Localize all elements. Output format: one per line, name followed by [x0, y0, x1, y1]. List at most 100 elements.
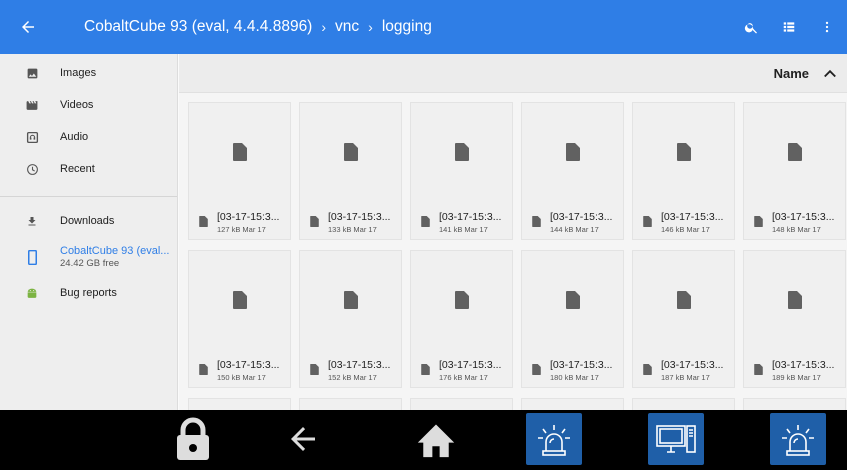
- file-details: 141 kB Mar 17: [439, 225, 488, 234]
- nav-back-button[interactable]: [275, 413, 331, 465]
- sidebar-item-device-storage[interactable]: CobaltCube 93 (eval... 24.42 GB free: [0, 237, 177, 277]
- home-button[interactable]: [408, 413, 464, 465]
- file-card[interactable]: [03-17-15:3... 180 kB Mar 17: [521, 250, 624, 388]
- breadcrumb-logging[interactable]: logging: [382, 18, 432, 36]
- sidebar-item-label: Audio: [60, 131, 89, 143]
- file-icon: [455, 291, 469, 309]
- file-type-icon: [643, 362, 652, 375]
- file-card-partial[interactable]: [410, 398, 513, 410]
- file-name: [03-17-15:3...: [661, 359, 724, 371]
- file-icon: [233, 143, 247, 161]
- sidebar-item-recent[interactable]: Recent: [0, 153, 177, 185]
- file-name: [03-17-15:3...: [217, 359, 280, 371]
- file-card-partial[interactable]: [521, 398, 624, 410]
- sidebar-item-bug-reports[interactable]: Bug reports: [0, 277, 177, 309]
- file-icon: [344, 291, 358, 309]
- file-card-partial[interactable]: [299, 398, 402, 410]
- file-card[interactable]: [03-17-15:3... 187 kB Mar 17: [632, 250, 735, 388]
- file-name: [03-17-15:3...: [772, 359, 835, 371]
- file-name: [03-17-15:3...: [217, 211, 280, 223]
- remote-desktop-button[interactable]: [648, 413, 704, 465]
- overflow-menu-button[interactable]: [815, 15, 839, 39]
- file-card-partial[interactable]: [743, 398, 846, 410]
- sidebar-divider: [0, 196, 177, 197]
- file-card-partial[interactable]: [188, 398, 291, 410]
- file-name: [03-17-15:3...: [328, 211, 391, 223]
- file-icon: [788, 291, 802, 309]
- file-card[interactable]: [03-17-15:3... 189 kB Mar 17: [743, 250, 846, 388]
- file-meta: [03-17-15:3... 176 kB Mar 17: [421, 359, 501, 382]
- file-manager-app: CobaltCube 93 (eval, 4.4.4.8896) › vnc ›…: [0, 0, 847, 470]
- sidebar-item-videos[interactable]: Videos: [0, 89, 177, 121]
- file-type-icon: [421, 362, 430, 375]
- alarm-icon: [782, 425, 814, 456]
- file-meta: [03-17-15:3... 146 kB Mar 17: [643, 211, 723, 234]
- file-card[interactable]: [03-17-15:3... 141 kB Mar 17: [410, 102, 513, 240]
- file-meta: [03-17-15:3... 189 kB Mar 17: [754, 359, 834, 382]
- back-arrow-icon: [291, 427, 315, 451]
- partial-row: [188, 398, 846, 410]
- file-details: 133 kB Mar 17: [328, 225, 377, 234]
- sort-ascending-icon[interactable]: [823, 68, 837, 78]
- file-card-partial[interactable]: [632, 398, 735, 410]
- file-details: 152 kB Mar 17: [328, 373, 377, 382]
- file-type-icon: [310, 214, 319, 227]
- list-view-icon: [783, 22, 795, 32]
- alarm-button[interactable]: [526, 413, 582, 465]
- file-list-area: Name [03-17-15:3... 127 kB Mar 17 [03-17-1…: [179, 54, 847, 410]
- storage-label: CobaltCube 93 (eval...: [60, 245, 170, 257]
- android-icon: [24, 285, 40, 301]
- sort-bar: Name: [179, 54, 847, 93]
- alarm-icon: [538, 425, 570, 456]
- image-icon: [24, 65, 40, 81]
- file-meta: [03-17-15:3... 148 kB Mar 17: [754, 211, 834, 234]
- alarm-button-2[interactable]: [770, 413, 826, 465]
- audio-icon: [24, 129, 40, 145]
- file-type-icon: [643, 214, 652, 227]
- file-card[interactable]: [03-17-15:3... 144 kB Mar 17: [521, 102, 624, 240]
- file-meta: [03-17-15:3... 180 kB Mar 17: [532, 359, 612, 382]
- navigation-drawer: Images Videos Audio Recent Downloads Cob…: [0, 54, 178, 410]
- file-card[interactable]: [03-17-15:3... 133 kB Mar 17: [299, 102, 402, 240]
- file-card[interactable]: [03-17-15:3... 127 kB Mar 17: [188, 102, 291, 240]
- sidebar-item-images[interactable]: Images: [0, 57, 177, 89]
- file-meta: [03-17-15:3... 152 kB Mar 17: [310, 359, 390, 382]
- file-card[interactable]: [03-17-15:3... 150 kB Mar 17: [188, 250, 291, 388]
- lock-button[interactable]: [165, 413, 221, 465]
- file-name: [03-17-15:3...: [439, 359, 502, 371]
- file-icon: [233, 291, 247, 309]
- breadcrumb-root[interactable]: CobaltCube 93 (eval, 4.4.4.8896): [84, 18, 312, 36]
- video-icon: [24, 97, 40, 113]
- breadcrumb-separator: ›: [321, 19, 327, 35]
- file-icon: [344, 143, 358, 161]
- breadcrumb-vnc[interactable]: vnc: [335, 18, 359, 36]
- search-button[interactable]: [739, 15, 763, 39]
- search-icon: [744, 22, 757, 33]
- file-grid: [03-17-15:3... 127 kB Mar 17 [03-17-15:3..…: [188, 102, 846, 388]
- sidebar-item-downloads[interactable]: Downloads: [0, 205, 177, 237]
- file-icon: [677, 291, 691, 309]
- back-button[interactable]: [0, 0, 56, 54]
- file-type-icon: [310, 362, 319, 375]
- file-details: 127 kB Mar 17: [217, 225, 266, 234]
- file-details: 187 kB Mar 17: [661, 373, 710, 382]
- sidebar-item-label: Images: [60, 67, 97, 79]
- list-view-button[interactable]: [777, 15, 801, 39]
- file-type-icon: [421, 214, 430, 227]
- toolbar-actions: [739, 15, 847, 39]
- sort-by-name-button[interactable]: Name: [774, 66, 809, 81]
- phone-icon: [24, 249, 40, 265]
- sidebar-item-label: Videos: [60, 99, 94, 111]
- file-name: [03-17-15:3...: [772, 211, 835, 223]
- file-meta: [03-17-15:3... 133 kB Mar 17: [310, 211, 390, 234]
- file-icon: [677, 143, 691, 161]
- file-card[interactable]: [03-17-15:3... 146 kB Mar 17: [632, 102, 735, 240]
- file-details: 144 kB Mar 17: [550, 225, 599, 234]
- file-type-icon: [532, 362, 541, 375]
- file-card[interactable]: [03-17-15:3... 152 kB Mar 17: [299, 250, 402, 388]
- sidebar-item-audio[interactable]: Audio: [0, 121, 177, 153]
- file-details: 148 kB Mar 17: [772, 225, 821, 234]
- file-card[interactable]: [03-17-15:3... 148 kB Mar 17: [743, 102, 846, 240]
- file-card[interactable]: [03-17-15:3... 176 kB Mar 17: [410, 250, 513, 388]
- home-icon: [417, 424, 455, 458]
